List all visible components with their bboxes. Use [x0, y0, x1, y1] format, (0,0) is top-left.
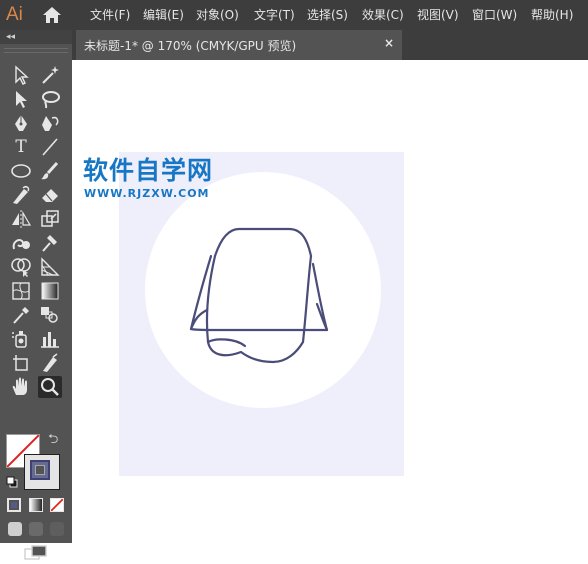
- document-tab-title: 未标题-1* @ 170% (CMYK/GPU 预览): [84, 39, 297, 53]
- magic-wand-tool-icon[interactable]: [38, 64, 62, 86]
- watermark-title: 软件自学网: [83, 156, 214, 185]
- line-segment-tool-icon[interactable]: [38, 136, 62, 158]
- menu-effect[interactable]: 效果(C): [362, 7, 404, 23]
- document-tab-bar: 未标题-1* @ 170% (CMYK/GPU 预览) ×: [72, 30, 588, 60]
- warp-tool-icon[interactable]: [9, 232, 33, 254]
- shaper-tool-icon[interactable]: [9, 184, 33, 206]
- slice-tool-icon[interactable]: [38, 352, 62, 374]
- lasso-tool-icon[interactable]: [38, 88, 62, 110]
- perspective-grid-tool-icon[interactable]: [38, 256, 62, 278]
- paintbrush-tool-icon[interactable]: [38, 160, 62, 182]
- panel-grip[interactable]: [4, 48, 68, 53]
- direct-selection-tool-icon[interactable]: [9, 88, 33, 110]
- canvas[interactable]: 软件自学网 WWW.RJZXW.COM: [72, 60, 588, 543]
- reflect-tool-icon[interactable]: [9, 208, 33, 230]
- eraser-tool-icon[interactable]: [38, 184, 62, 206]
- scale-tool-icon[interactable]: [38, 208, 62, 230]
- menu-select[interactable]: 选择(S): [307, 7, 348, 23]
- selection-tool-icon[interactable]: [9, 64, 33, 86]
- close-tab-icon[interactable]: ×: [384, 36, 394, 50]
- collapse-panel-icon[interactable]: ◂◂: [6, 30, 15, 44]
- document-tab[interactable]: 未标题-1* @ 170% (CMYK/GPU 预览) ×: [76, 30, 402, 60]
- tools-panel-header: ◂◂: [0, 30, 72, 44]
- menu-edit[interactable]: 编辑(E): [143, 7, 184, 23]
- menu-window[interactable]: 窗口(W): [472, 7, 517, 23]
- menu-help[interactable]: 帮助(H): [531, 7, 573, 23]
- type-tool-icon[interactable]: T: [9, 136, 33, 158]
- draw-inside-icon[interactable]: [50, 522, 64, 536]
- sweater-illustration[interactable]: [185, 224, 335, 374]
- stroke-swatch[interactable]: [24, 454, 60, 490]
- stroke-color-preview: [30, 460, 50, 480]
- app-logo: Ai: [6, 4, 23, 25]
- curvature-tool-icon[interactable]: [38, 112, 62, 134]
- hand-tool-icon[interactable]: [9, 376, 33, 398]
- menu-file[interactable]: 文件(F): [90, 7, 130, 23]
- puppet-warp-tool-icon[interactable]: [38, 232, 62, 254]
- default-fill-stroke-icon[interactable]: [6, 476, 18, 488]
- pen-tool-icon[interactable]: [9, 112, 33, 134]
- menu-object[interactable]: 对象(O): [196, 7, 239, 23]
- zoom-tool-icon[interactable]: [38, 376, 62, 398]
- mesh-tool-icon[interactable]: [9, 280, 33, 302]
- draw-normal-icon[interactable]: [8, 522, 22, 536]
- menu-view[interactable]: 视图(V): [417, 7, 459, 23]
- shape-builder-tool-icon[interactable]: [9, 256, 33, 278]
- artboard[interactable]: [119, 152, 404, 476]
- menu-bar: Ai 文件(F) 编辑(E) 对象(O) 文字(T) 选择(S) 效果(C) 视…: [0, 0, 588, 30]
- ellipse-tool-icon[interactable]: [9, 160, 33, 182]
- color-mode-button[interactable]: [7, 498, 21, 512]
- home-icon[interactable]: [41, 5, 63, 25]
- watermark-url: WWW.RJZXW.COM: [84, 187, 210, 200]
- gradient-mode-button[interactable]: [29, 498, 43, 512]
- tools-panel: ◂◂ T ⮌: [0, 30, 72, 560]
- menu-type[interactable]: 文字(T): [254, 7, 295, 23]
- draw-behind-icon[interactable]: [29, 522, 43, 536]
- blend-tool-icon[interactable]: [38, 304, 62, 326]
- screen-mode-icon[interactable]: [24, 545, 48, 561]
- artboard-tool-icon[interactable]: [9, 352, 33, 374]
- symbol-sprayer-tool-icon[interactable]: [9, 328, 33, 350]
- eyedropper-tool-icon[interactable]: [9, 304, 33, 326]
- column-graph-tool-icon[interactable]: [38, 328, 62, 350]
- swap-fill-stroke-icon[interactable]: ⮌: [48, 433, 58, 446]
- gradient-tool-icon[interactable]: [38, 280, 62, 302]
- none-mode-button[interactable]: [50, 498, 64, 512]
